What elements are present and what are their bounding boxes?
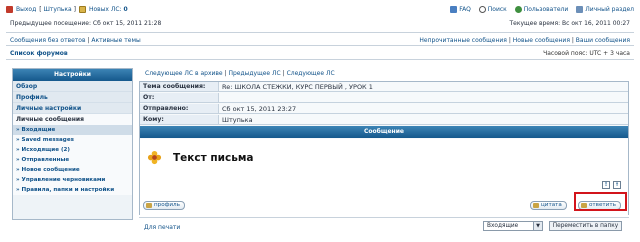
username-bracket: [ Штупька ] [39,6,76,13]
top-button[interactable]: ↑ [613,181,621,189]
subject-key: Тема сообщения: [140,82,219,91]
pm-navigation: Следующее ЛС в архиве | Предыдущее ЛС | … [145,70,335,77]
search-label: Поиск [487,6,507,13]
next-archive-link[interactable]: Следующее ЛС в архиве [145,70,223,77]
to-value[interactable]: Штупька [219,115,253,124]
message-body: Текст письма ! ↑ профиль цитата ответить [140,139,628,216]
profile-btn-icon [146,203,152,208]
message-panel: Тема сообщения: Re: ШКОЛА СТЕЖКИ, КУРС П… [139,81,629,216]
sent-row: Отправлено: Сб окт 15, 2011 23:27 [140,104,628,114]
sidebar-item-preferences[interactable]: Личные настройки [13,103,132,114]
sidebar-item-rules[interactable]: » Правила, папки и настройки [13,185,132,195]
folder-select[interactable]: Входящие ▼ [483,221,543,231]
from-value [219,93,222,102]
to-key: Кому: [140,115,219,124]
users-icon [514,6,522,13]
sidebar-item-drafts[interactable]: » Управление черновиками [13,175,132,185]
folder-select-value: Входящие [487,223,519,229]
search-link[interactable]: Поиск [478,6,507,13]
members-label: Пользователи [523,6,569,13]
sidebar-item-overview[interactable]: Обзор [13,81,132,92]
new-pm-label: Новых ЛС: [88,6,122,13]
logout-icon [6,6,13,13]
faq-icon [450,6,458,13]
top-bar: Выход [ Штупька ] Новых ЛС: 0 FAQ Поиск … [6,4,634,16]
sidebar-item-compose[interactable]: » Новое сообщение [13,165,132,175]
sidebar-item-sent[interactable]: » Отправленные [13,155,132,165]
profile-btn-label: профиль [154,202,180,208]
message-header: Сообщение [140,126,628,138]
sidebar-item-outbox[interactable]: » Исходящие (2) [13,145,132,155]
flower-icon [147,150,162,165]
new-posts-link[interactable]: Новые сообщения [513,37,570,44]
quick-links-left: Сообщения без ответов | Активные темы [10,37,141,44]
forum-index-link[interactable]: Список форумов [10,50,68,57]
ucp-link[interactable]: Личный раздел [576,6,634,13]
logout-link[interactable]: Выход [16,6,36,13]
quote-button[interactable]: цитата [530,201,567,210]
to-row: Кому: Штупька [140,115,628,125]
subject-row: Тема сообщения: Re: ШКОЛА СТЕЖКИ, КУРС П… [140,82,628,92]
quote-btn-icon [533,203,539,208]
subject-value: Re: ШКОЛА СТЕЖКИ, КУРС ПЕРВЫЙ , УРОК 1 [222,83,373,91]
divider [6,45,634,46]
next-pm-link[interactable]: Следующее ЛС [287,70,335,77]
timezone: Часовой пояс: UTC + 3 часа [543,50,630,57]
username-link[interactable]: Штупька [43,6,71,13]
top-bar-right: FAQ Поиск Пользователи Личный раздел [450,6,634,13]
prev-pm-link[interactable]: Предыдущее ЛС [228,70,280,77]
unread-link[interactable]: Непрочитанные сообщения [419,37,507,44]
from-key: От: [140,93,219,102]
print-link[interactable]: Для печати [144,224,180,231]
sidebar-title: Настройки [13,69,132,81]
profile-icon [576,6,584,13]
sent-value: Сб окт 15, 2011 23:27 [222,105,297,113]
report-button[interactable]: ! [602,181,610,189]
ucp-label: Личный раздел [585,6,634,13]
sidebar-item-inbox[interactable]: » Входящие [13,125,132,135]
new-pm-link[interactable]: Новых ЛС: 0 [89,6,128,13]
faq-label: FAQ [459,6,471,13]
divider [6,32,634,33]
from-row: От: [140,93,628,103]
unanswered-link[interactable]: Сообщения без ответов [10,37,86,44]
own-posts-link[interactable]: Ваши сообщения [576,37,630,44]
search-icon [478,6,486,13]
new-pm-count: 0 [123,6,128,13]
members-link[interactable]: Пользователи [514,6,569,13]
current-time: Текущее время: Вс окт 16, 2011 00:27 [509,20,630,27]
quote-btn-label: цитата [541,202,562,208]
faq-link[interactable]: FAQ [450,6,471,13]
highlight-frame [574,192,627,211]
top-bar-left: Выход [ Штупька ] Новых ЛС: 0 [6,6,128,13]
quick-links-right: Непрочитанные сообщения | Новые сообщени… [419,37,630,44]
ucp-sidebar: Настройки Обзор Профиль Личные настройки… [12,68,133,220]
bottom-bar: Для печати Входящие ▼ Переместить в папк… [139,217,629,233]
sidebar-item-saved[interactable]: » Saved messages [13,135,132,145]
last-visit: Предыдущее посещение: Сб окт 15, 2011 21… [10,20,162,27]
divider [6,59,634,60]
sidebar-section-pm: Личные сообщения [13,114,132,125]
message-text: Текст письма [173,152,254,164]
sidebar-item-profile[interactable]: Профиль [13,92,132,103]
profile-button[interactable]: профиль [143,201,185,210]
sent-key: Отправлено: [140,104,219,113]
move-to-folder-button[interactable]: Переместить в папку [549,221,622,231]
chevron-down-icon: ▼ [533,222,542,230]
active-topics-link[interactable]: Активные темы [91,37,140,44]
pm-icon [78,6,86,13]
